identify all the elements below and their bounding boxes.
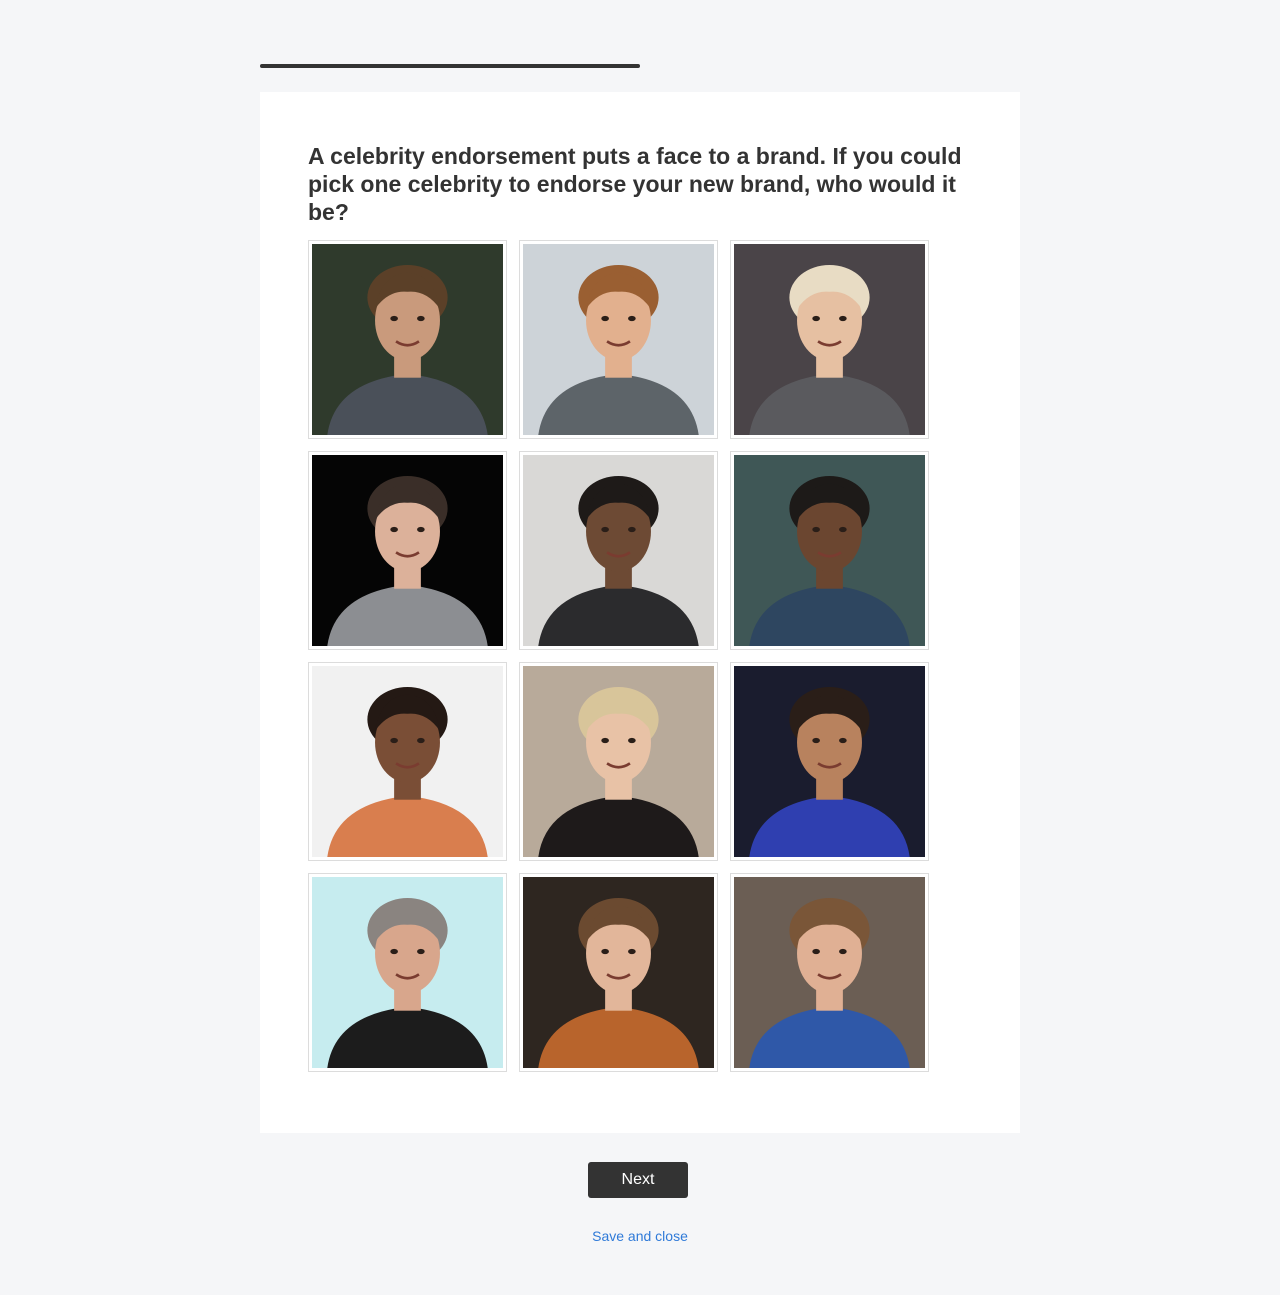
celebrity-photo <box>312 244 503 435</box>
image-choice-grid <box>308 240 940 1072</box>
celebrity-photo <box>523 666 714 857</box>
question-text: A celebrity endorsement puts a face to a… <box>308 143 962 225</box>
question-card: A celebrity endorsement puts a face to a… <box>260 92 1020 1133</box>
celebrity-photo <box>523 244 714 435</box>
image-option-6[interactable] <box>730 451 929 650</box>
next-button[interactable]: Next <box>588 1162 688 1198</box>
progress-bar <box>260 64 1020 68</box>
image-option-12[interactable] <box>730 873 929 1072</box>
celebrity-photo <box>312 877 503 1068</box>
celebrity-photo <box>734 244 925 435</box>
progress-bar-fill <box>260 64 640 68</box>
celebrity-photo <box>523 877 714 1068</box>
image-option-9[interactable] <box>730 662 929 861</box>
image-option-10[interactable] <box>308 873 507 1072</box>
image-option-8[interactable] <box>519 662 718 861</box>
celebrity-photo <box>312 455 503 646</box>
celebrity-photo <box>734 877 925 1068</box>
celebrity-photo <box>312 666 503 857</box>
image-option-2[interactable] <box>519 240 718 439</box>
image-option-4[interactable] <box>308 451 507 650</box>
save-and-close-link[interactable]: Save and close <box>540 1228 740 1244</box>
image-option-3[interactable] <box>730 240 929 439</box>
celebrity-photo <box>734 666 925 857</box>
celebrity-photo <box>523 455 714 646</box>
image-option-11[interactable] <box>519 873 718 1072</box>
image-option-7[interactable] <box>308 662 507 861</box>
celebrity-photo <box>734 455 925 646</box>
image-option-1[interactable] <box>308 240 507 439</box>
image-option-5[interactable] <box>519 451 718 650</box>
